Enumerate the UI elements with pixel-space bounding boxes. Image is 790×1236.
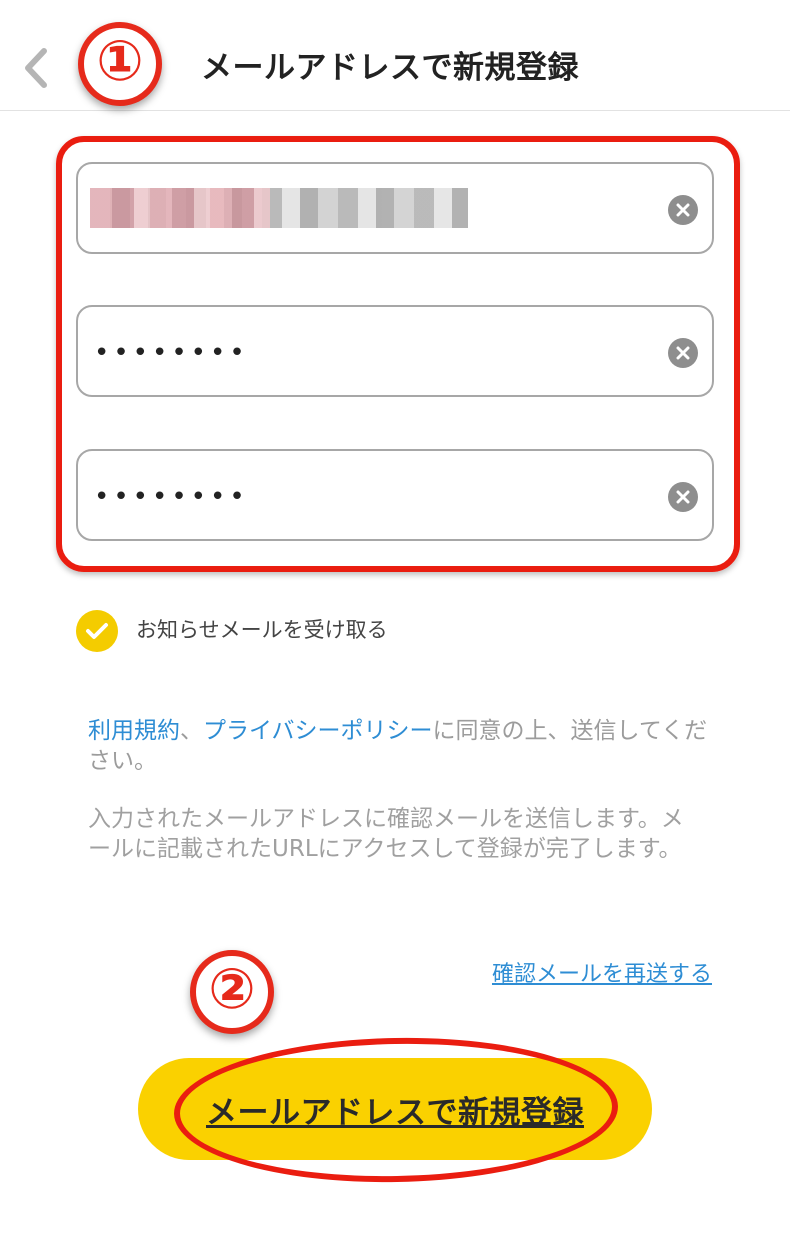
close-icon	[676, 203, 690, 217]
newsletter-checkbox[interactable]	[76, 610, 118, 652]
password-confirm-input[interactable]	[92, 469, 656, 525]
password-confirm-field[interactable]	[76, 449, 714, 541]
info-text: 入力されたメールアドレスに確認メールを送信します。メールに記載されたURLにアク…	[88, 806, 684, 862]
clear-email-button[interactable]	[668, 195, 698, 225]
register-button-label: メールアドレスで新規登録	[206, 1094, 584, 1130]
resend-link[interactable]: 確認メールを再送する	[492, 956, 712, 988]
privacy-policy-link[interactable]: プライバシーポリシー	[203, 718, 433, 744]
terms-separator: 、	[180, 718, 203, 744]
email-input[interactable]	[92, 182, 656, 238]
chevron-left-icon	[25, 48, 47, 88]
step-2-marker: ②	[190, 950, 274, 1034]
register-button[interactable]: メールアドレスで新規登録	[138, 1058, 652, 1160]
clear-password-button[interactable]	[668, 338, 698, 368]
newsletter-label: お知らせメールを受け取る	[136, 618, 388, 642]
terms-text: 利用規約、プライバシーポリシーに同意の上、送信してください。	[88, 716, 708, 776]
terms-link[interactable]: 利用規約	[88, 718, 180, 744]
checkmark-icon	[86, 623, 108, 639]
email-field[interactable]	[76, 162, 714, 254]
back-button[interactable]	[12, 40, 60, 96]
password-field[interactable]	[76, 305, 714, 397]
clear-password-confirm-button[interactable]	[668, 482, 698, 512]
step-1-marker: ①	[78, 22, 162, 106]
close-icon	[676, 490, 690, 504]
page-title: メールアドレスで新規登録	[201, 50, 579, 86]
close-icon	[676, 346, 690, 360]
password-input[interactable]	[92, 325, 656, 381]
